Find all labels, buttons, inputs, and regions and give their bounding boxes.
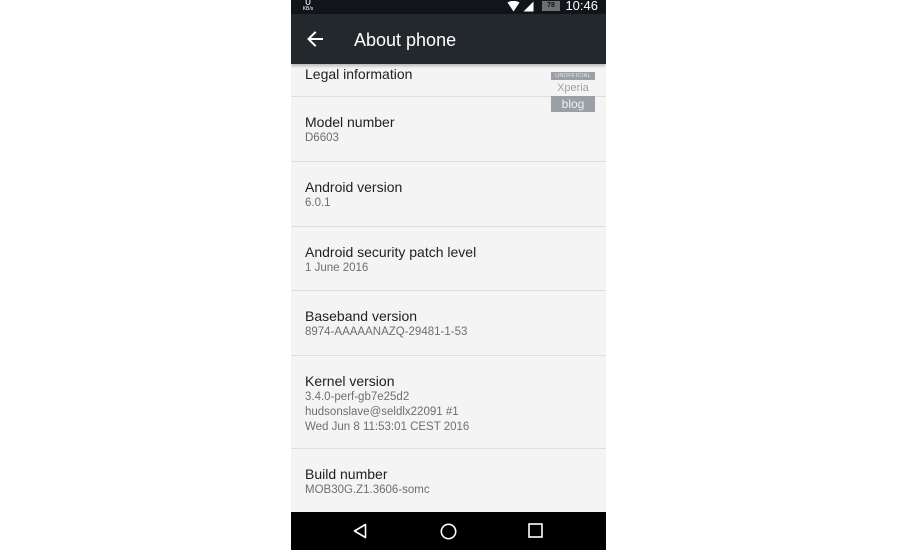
- item-title: Baseband version: [305, 308, 418, 324]
- battery-icon: 78: [542, 1, 560, 11]
- item-summary: MOB30G.Z1.3606-somc: [305, 484, 430, 496]
- watermark-unofficial-label: UNOFFICIAL: [551, 72, 595, 80]
- home-circle-icon[interactable]: [440, 523, 457, 540]
- item-title: Android version: [305, 179, 403, 195]
- back-triangle-icon[interactable]: [352, 523, 368, 539]
- item-title: Android security patch level: [305, 244, 477, 260]
- battery-level: 78: [547, 2, 555, 9]
- list-item-baseband-version[interactable]: Baseband version 8974-AAAAANAZQ-29481-1-…: [291, 291, 606, 356]
- page-title: About phone: [354, 30, 457, 50]
- network-speed-unit: KB/s: [302, 6, 314, 12]
- arrow-left-icon[interactable]: [306, 30, 324, 48]
- list-item-security-patch-level[interactable]: Android security patch level 1 June 2016: [291, 227, 606, 291]
- signal-icon: [523, 1, 534, 12]
- xperia-blog-watermark: UNOFFICIAL Xperia blog: [551, 72, 595, 112]
- item-title: Model number: [305, 114, 395, 130]
- item-summary-line: 3.4.0-perf-gb7e25d2: [305, 391, 410, 403]
- item-summary: D6603: [305, 132, 339, 144]
- item-summary-line: Wed Jun 8 11:53:01 CEST 2016: [305, 421, 470, 433]
- app-bar: About phone: [291, 14, 606, 64]
- item-summary: 6.0.1: [305, 197, 331, 209]
- item-summary-line: hudsonslave@seldlx22091 #1: [305, 406, 459, 418]
- clock: 10:46: [565, 0, 598, 13]
- navigation-bar: [291, 512, 606, 550]
- network-speed-indicator: 0 KB/s: [299, 0, 317, 12]
- wifi-icon: [507, 1, 520, 12]
- phone-screen: 0 KB/s 78 10:46 About phone UNOFFICIAL X…: [291, 0, 606, 550]
- about-phone-list: Legal information Model number D6603 And…: [291, 64, 606, 513]
- recents-square-icon[interactable]: [528, 523, 543, 538]
- item-title: Kernel version: [305, 373, 395, 389]
- list-item-build-number[interactable]: Build number MOB30G.Z1.3606-somc: [291, 449, 606, 513]
- list-item-kernel-version[interactable]: Kernel version 3.4.0-perf-gb7e25d2 hudso…: [291, 356, 606, 449]
- list-item-android-version[interactable]: Android version 6.0.1: [291, 162, 606, 227]
- item-summary: 8974-AAAAANAZQ-29481-1-53: [305, 326, 468, 338]
- watermark-xperia-label: Xperia: [557, 82, 589, 94]
- watermark-blog-label: blog: [551, 96, 595, 112]
- item-title: Build number: [305, 466, 388, 482]
- item-summary: 1 June 2016: [305, 262, 369, 274]
- status-bar: 0 KB/s 78 10:46: [291, 0, 606, 14]
